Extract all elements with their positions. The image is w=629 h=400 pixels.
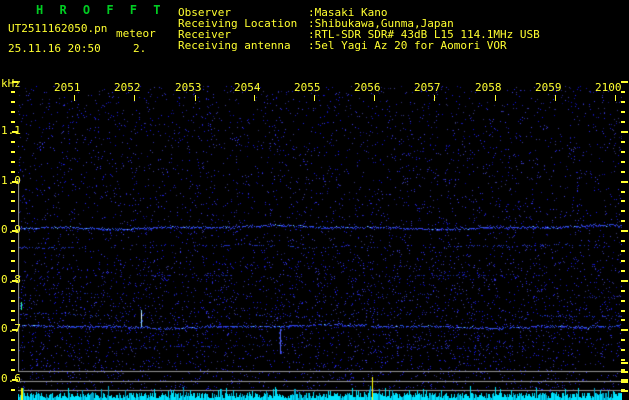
time-label: 2059	[535, 81, 562, 94]
freq-tick-right	[621, 91, 625, 93]
freq-tick-left	[11, 220, 15, 222]
time-tick	[555, 95, 556, 101]
filename: UT2511162050.pn	[8, 22, 108, 35]
freq-label: 0.6	[1, 372, 21, 385]
time-label: 2052	[114, 81, 141, 94]
freq-tick-left	[11, 319, 15, 321]
datetime: 25.11.16 20:50	[8, 42, 101, 55]
time-tick	[134, 95, 135, 101]
freq-tick-right	[621, 310, 625, 312]
freq-tick-left	[11, 349, 15, 351]
freq-tick-right	[621, 151, 625, 153]
time-tick	[615, 95, 616, 101]
time-tick	[495, 95, 496, 101]
freq-tick-right	[621, 339, 625, 341]
strip-tick-right	[621, 371, 628, 373]
freq-tick-left	[11, 111, 15, 113]
strip-tick-right	[621, 390, 628, 392]
freq-tick-right	[621, 250, 625, 252]
freq-tick-right	[621, 81, 628, 83]
freq-tick-left	[11, 161, 15, 163]
page-counter: 2.	[133, 42, 147, 55]
freq-label: 0.9	[1, 223, 21, 236]
time-label: 2100	[595, 81, 622, 94]
freq-tick-left	[11, 191, 15, 193]
freq-tick-left	[11, 101, 15, 103]
freq-tick-right	[621, 220, 625, 222]
time-label: 2053	[175, 81, 202, 94]
strip-tick-right	[621, 381, 628, 383]
info-value-antenna: :5el Yagi Az 20 for Aomori VOR	[308, 39, 507, 52]
freq-tick-right	[621, 260, 625, 262]
freq-tick-right	[621, 240, 625, 242]
strip-tick-right	[621, 362, 628, 364]
freq-tick-left	[11, 141, 15, 143]
time-tick	[254, 95, 255, 101]
freq-tick-left	[11, 121, 15, 123]
freq-tick-left	[11, 240, 15, 242]
freq-tick-left	[11, 300, 15, 302]
time-tick	[195, 95, 196, 101]
freq-tick-left	[12, 81, 18, 83]
freq-tick-right	[621, 191, 625, 193]
freq-tick-right	[621, 329, 628, 331]
freq-tick-left	[11, 91, 15, 93]
freq-tick-left	[11, 210, 15, 212]
time-tick	[374, 95, 375, 101]
freq-tick-left	[11, 200, 15, 202]
time-label: 2054	[234, 81, 261, 94]
freq-tick-left	[11, 151, 15, 153]
freq-tick-right	[621, 349, 625, 351]
freq-tick-right	[621, 230, 628, 232]
freq-tick-right	[621, 121, 625, 123]
freq-tick-left	[11, 389, 15, 391]
freq-tick-right	[621, 161, 625, 163]
freq-tick-left	[11, 270, 15, 272]
freq-tick-right	[621, 181, 628, 183]
freq-tick-right	[621, 101, 625, 103]
freq-label: 1.1	[1, 124, 21, 137]
freq-tick-left	[11, 339, 15, 341]
time-label: 2057	[414, 81, 441, 94]
spectrogram-canvas	[18, 82, 622, 400]
app-title: H R O F F T	[36, 3, 165, 17]
freq-tick-right	[621, 280, 628, 282]
freq-tick-left	[11, 250, 15, 252]
freq-tick-right	[621, 319, 625, 321]
freq-tick-right	[621, 171, 625, 173]
freq-label: 0.7	[1, 322, 21, 335]
freq-tick-right	[621, 200, 625, 202]
time-label: 2056	[354, 81, 381, 94]
freq-tick-right	[621, 210, 625, 212]
freq-tick-left	[11, 369, 15, 371]
freq-tick-left	[11, 359, 15, 361]
freq-tick-right	[621, 290, 625, 292]
freq-label: 0.8	[1, 273, 21, 286]
freq-tick-right	[621, 111, 625, 113]
time-tick	[434, 95, 435, 101]
freq-tick-right	[621, 141, 625, 143]
freq-tick-right	[621, 270, 625, 272]
time-label: 2051	[54, 81, 81, 94]
freq-tick-left	[11, 310, 15, 312]
observation-type: meteor	[116, 27, 156, 40]
time-tick	[314, 95, 315, 101]
freq-tick-left	[11, 260, 15, 262]
freq-tick-right	[621, 300, 625, 302]
time-tick	[74, 95, 75, 101]
freq-label: 1.0	[1, 174, 21, 187]
freq-tick-right	[621, 131, 628, 133]
freq-tick-left	[11, 290, 15, 292]
freq-tick-right	[621, 359, 625, 361]
time-label: 2058	[475, 81, 502, 94]
freq-tick-left	[11, 171, 15, 173]
time-label: 2055	[294, 81, 321, 94]
hrofft-screen: H R O F F T UT2511162050.pn meteor 25.11…	[0, 0, 629, 400]
info-label-antenna: Receiving antenna	[178, 39, 291, 52]
